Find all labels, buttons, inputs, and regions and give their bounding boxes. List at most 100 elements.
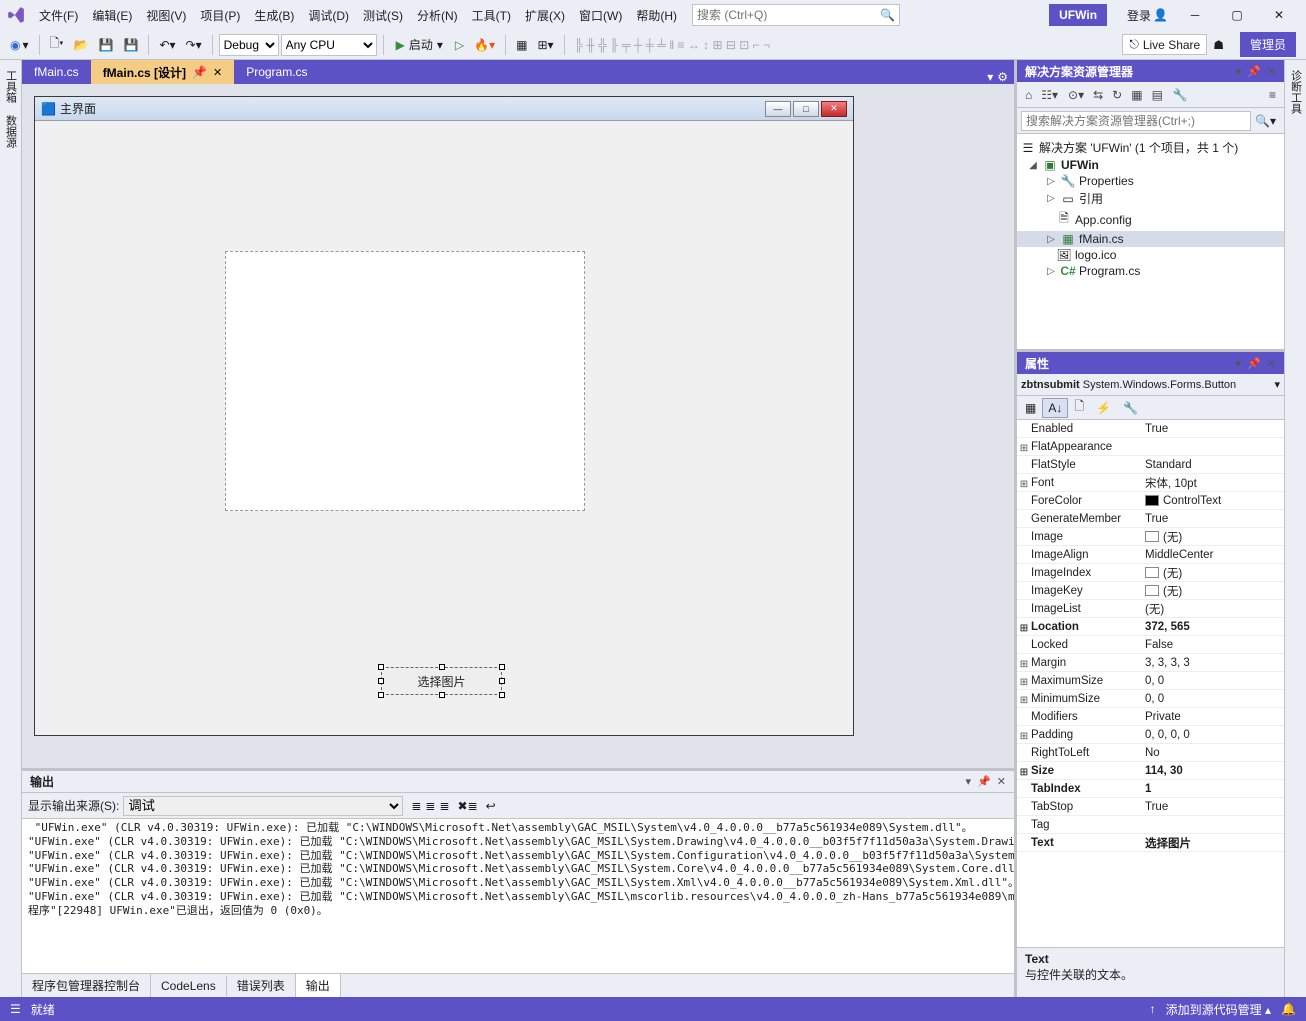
form-designer[interactable]: 🟦 主界面 — □ ✕ 选择图片: [34, 96, 854, 736]
prop-row-ImageIndex[interactable]: ImageIndex(无): [1017, 564, 1284, 582]
prop-wrench-icon[interactable]: 🔧: [1117, 398, 1144, 418]
tab-dropdown-icon[interactable]: ▾: [987, 70, 993, 84]
prop-row-Size[interactable]: Size⊞114, 30: [1017, 762, 1284, 780]
menu-search[interactable]: 🔍: [692, 4, 900, 26]
bottom-tab-1[interactable]: CodeLens: [151, 976, 227, 996]
menu-编辑(E)[interactable]: 编辑(E): [85, 5, 139, 27]
prop-row-FlatAppearance[interactable]: FlatAppearance⊞: [1017, 438, 1284, 456]
prop-row-TabIndex[interactable]: TabIndex1: [1017, 780, 1284, 798]
prop-row-Text[interactable]: Text选择图片: [1017, 834, 1284, 852]
prop-row-Locked[interactable]: LockedFalse: [1017, 636, 1284, 654]
new-project-button[interactable]: 🗋▾: [46, 31, 68, 58]
prop-categorized-icon[interactable]: ▦: [1019, 398, 1042, 418]
prop-row-ImageList[interactable]: ImageList(无): [1017, 600, 1284, 618]
panel-pin-icon[interactable]: 📌: [1247, 65, 1261, 78]
tree-project[interactable]: ◢▣UFWin: [1017, 157, 1284, 173]
prop-events-icon[interactable]: 🗋: [1068, 394, 1090, 421]
search-dropdown-icon[interactable]: 🔍▾: [1251, 114, 1280, 128]
prop-row-ForeColor[interactable]: ForeColorControlText: [1017, 492, 1284, 510]
bottom-tab-3[interactable]: 输出: [296, 974, 341, 997]
toolbox-tab[interactable]: 工具箱: [1, 66, 21, 107]
designer-selected-button[interactable]: 选择图片: [381, 667, 502, 695]
output-source-select[interactable]: 调试: [123, 796, 403, 816]
form-body[interactable]: 选择图片: [35, 121, 853, 735]
panel-dropdown-icon[interactable]: ▾: [1236, 357, 1242, 370]
solution-search-input[interactable]: [1021, 111, 1251, 131]
sol-properties-icon[interactable]: 🔧: [1169, 86, 1192, 104]
window-restore-icon[interactable]: ▢: [1216, 3, 1258, 27]
prop-row-MaximumSize[interactable]: MaximumSize⊞0, 0: [1017, 672, 1284, 690]
out-btn-2[interactable]: ≣: [425, 799, 435, 813]
save-all-button[interactable]: 💾: [120, 35, 143, 55]
properties-object-selector[interactable]: zbtnsubmit System.Windows.Forms.Button ▾: [1017, 374, 1284, 396]
menu-测试(S)[interactable]: 测试(S): [356, 5, 410, 27]
tab-program-cs[interactable]: Program.cs: [234, 60, 319, 84]
menu-search-input[interactable]: [697, 8, 867, 22]
designer-placeholder[interactable]: [225, 251, 585, 511]
prop-row-Location[interactable]: Location⊞372, 565: [1017, 618, 1284, 636]
panel-close-icon[interactable]: ✕: [1267, 357, 1276, 370]
prop-row-Modifiers[interactable]: ModifiersPrivate: [1017, 708, 1284, 726]
bottom-tab-0[interactable]: 程序包管理器控制台: [22, 974, 151, 997]
prop-lightning-icon[interactable]: ⚡: [1090, 398, 1117, 418]
output-text[interactable]: "UFWin.exe" (CLR v4.0.30319: UFWin.exe):…: [22, 819, 1014, 973]
platform-select[interactable]: Any CPU: [281, 34, 377, 56]
expander-icon[interactable]: ⊞: [1019, 659, 1029, 670]
menu-扩展(X)[interactable]: 扩展(X): [518, 5, 572, 27]
toolbox-btn-1[interactable]: ▦: [512, 35, 531, 55]
prop-row-FlatStyle[interactable]: FlatStyleStandard: [1017, 456, 1284, 474]
menu-生成(B)[interactable]: 生成(B): [247, 5, 301, 27]
out-wrap-button[interactable]: ↩: [486, 799, 496, 813]
sol-home-icon[interactable]: ⌂: [1021, 86, 1036, 104]
expander-icon[interactable]: ⊞: [1019, 677, 1029, 688]
expander-icon[interactable]: ⊞: [1019, 731, 1029, 742]
menu-视图(V)[interactable]: 视图(V): [139, 5, 193, 27]
panel-pin-icon[interactable]: 📌: [1247, 357, 1261, 370]
save-button[interactable]: 💾: [95, 35, 118, 55]
undo-button[interactable]: ↶▾: [155, 35, 179, 55]
admin-badge[interactable]: 管理员: [1240, 32, 1296, 57]
out-btn-3[interactable]: ≣: [439, 799, 449, 813]
tab-options-icon[interactable]: ⚙: [997, 70, 1008, 84]
prop-row-MinimumSize[interactable]: MinimumSize⊞0, 0: [1017, 690, 1284, 708]
expander-icon[interactable]: ⊞: [1019, 623, 1029, 634]
diagnostics-tab[interactable]: 诊断工具: [1286, 66, 1306, 118]
expander-icon[interactable]: ▷: [1045, 193, 1057, 204]
status-upload-icon[interactable]: ↑: [1150, 1002, 1156, 1016]
datasources-tab[interactable]: 数据源: [1, 111, 21, 152]
expander-icon[interactable]: ⊞: [1019, 479, 1029, 490]
sol-refresh-icon[interactable]: ↻: [1108, 86, 1126, 104]
menu-文件(F)[interactable]: 文件(F): [32, 5, 85, 27]
solution-tree[interactable]: ☰解决方案 'UFWin' (1 个项目，共 1 个) ◢▣UFWin ▷🔧Pr…: [1017, 134, 1284, 349]
panel-dropdown-icon[interactable]: ▾: [966, 775, 972, 788]
menu-工具(T)[interactable]: 工具(T): [465, 5, 518, 27]
close-icon[interactable]: ✕: [213, 66, 222, 79]
tree-properties[interactable]: ▷🔧Properties: [1017, 173, 1284, 189]
menu-分析(N)[interactable]: 分析(N): [410, 5, 465, 27]
tree-solution-root[interactable]: ☰解决方案 'UFWin' (1 个项目，共 1 个): [1017, 138, 1284, 157]
out-btn-1[interactable]: ≣: [411, 799, 421, 813]
prop-row-TabStop[interactable]: TabStopTrue: [1017, 798, 1284, 816]
out-clear-button[interactable]: ✖≣: [458, 799, 478, 813]
panel-dropdown-icon[interactable]: ▾: [1236, 65, 1242, 78]
menu-项目(P)[interactable]: 项目(P): [193, 5, 247, 27]
tab-fmain-design[interactable]: fMain.cs [设计]📌✕: [91, 60, 235, 84]
feedback-button[interactable]: ☗: [1209, 35, 1228, 55]
prop-row-Enabled[interactable]: EnabledTrue: [1017, 420, 1284, 438]
prop-row-ImageKey[interactable]: ImageKey(无): [1017, 582, 1284, 600]
prop-row-Image[interactable]: Image(无): [1017, 528, 1284, 546]
designer-surface[interactable]: 🟦 主界面 — □ ✕ 选择图片: [22, 84, 1014, 768]
step-button[interactable]: ▷: [451, 35, 468, 55]
tree-references[interactable]: ▷▭引用: [1017, 189, 1284, 208]
window-close-icon[interactable]: ✕: [1258, 3, 1300, 27]
prop-alpha-icon[interactable]: A↓: [1042, 398, 1068, 418]
bottom-tab-2[interactable]: 错误列表: [227, 974, 296, 997]
sol-overflow-icon[interactable]: ≡: [1265, 86, 1280, 104]
tree-appconfig[interactable]: 🗎App.config: [1017, 208, 1284, 231]
menu-窗口(W)[interactable]: 窗口(W): [572, 5, 629, 27]
pin-icon[interactable]: 📌: [192, 65, 207, 79]
expander-icon[interactable]: ◢: [1027, 160, 1039, 171]
prop-row-RightToLeft[interactable]: RightToLeftNo: [1017, 744, 1284, 762]
panel-close-icon[interactable]: ✕: [997, 775, 1006, 788]
expander-icon[interactable]: ⊞: [1019, 767, 1029, 778]
